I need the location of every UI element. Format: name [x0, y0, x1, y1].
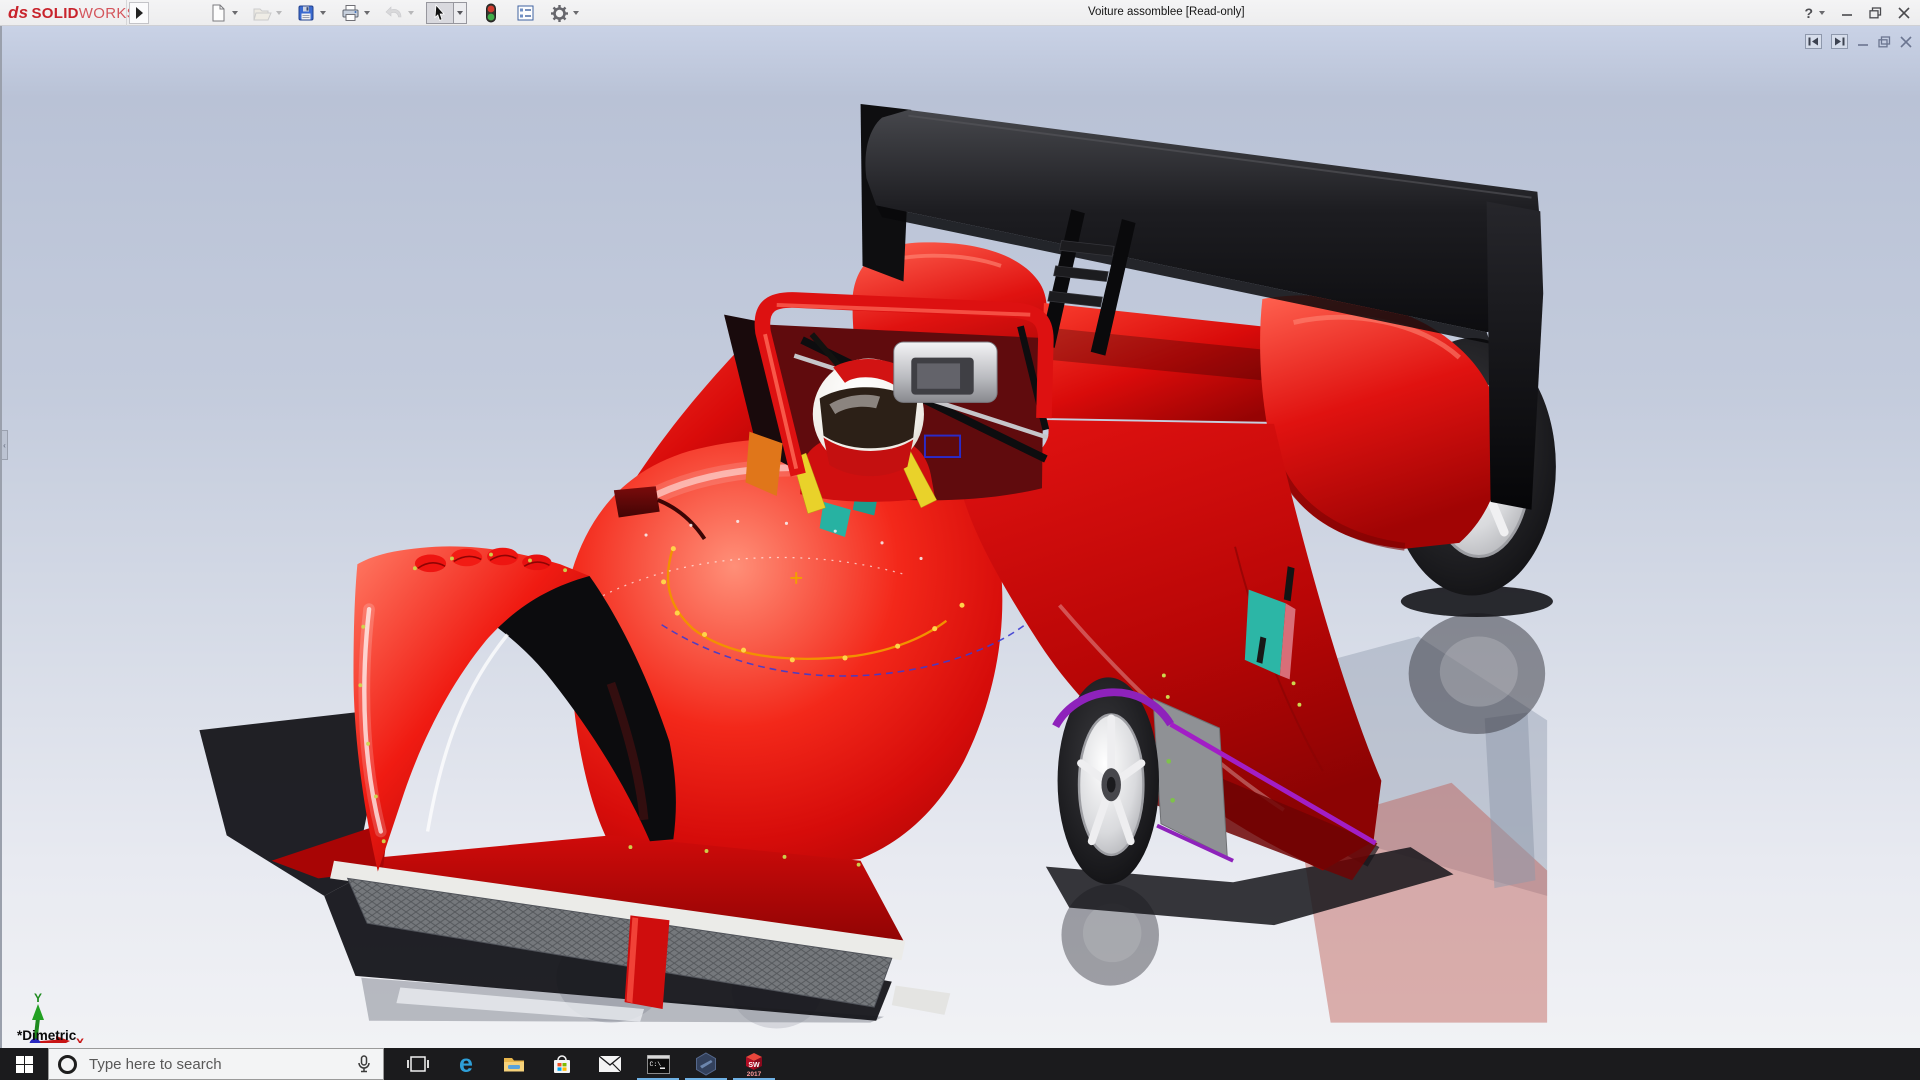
new-document-button[interactable] — [206, 2, 246, 24]
select-cursor-icon — [426, 2, 454, 24]
window-controls: ? — [1804, 0, 1910, 26]
save-icon — [294, 2, 318, 24]
arrow-right-icon — [136, 7, 143, 19]
view-orientation-label: *Dimetric — [17, 1028, 76, 1043]
mail-icon — [598, 1055, 622, 1073]
open-icon — [250, 2, 274, 24]
command-prompt-icon: C:\ — [647, 1055, 670, 1074]
race-car-scene — [2, 26, 1920, 1048]
open-button[interactable] — [250, 2, 290, 24]
new-document-icon — [206, 2, 230, 24]
print-button[interactable] — [338, 2, 378, 24]
document-window-controls — [1805, 34, 1912, 49]
rebuild-button[interactable] — [479, 2, 503, 24]
solidworks-2017-icon: SW 2017 — [742, 1051, 766, 1077]
help-caret-icon[interactable] — [1819, 11, 1825, 15]
menu-flyout-button[interactable] — [129, 2, 149, 24]
y-axis-label: Y — [34, 991, 42, 1005]
cortana-icon — [58, 1055, 77, 1074]
microphone-icon[interactable] — [357, 1055, 371, 1073]
dropdown-caret-icon[interactable] — [318, 2, 328, 24]
help-button[interactable]: ? — [1804, 5, 1813, 21]
divider — [126, 0, 127, 26]
store-icon — [551, 1054, 573, 1075]
dropdown-caret-icon[interactable] — [571, 2, 581, 24]
list-properties-icon — [513, 2, 537, 24]
gear-icon — [547, 2, 571, 24]
app-titlebar: ds SOLIDWORKS — [0, 0, 1920, 26]
graphics-viewport[interactable]: Y X Z *Dimetric ‹ — [0, 26, 1920, 1048]
start-button[interactable] — [0, 1048, 48, 1080]
save-button[interactable] — [294, 2, 334, 24]
svg-text:SW: SW — [748, 1062, 760, 1069]
taskbar-app-icons: e — [394, 1048, 778, 1080]
taskbar-search[interactable]: Type here to search — [48, 1048, 384, 1080]
svg-text:C:\: C:\ — [649, 1061, 661, 1068]
file-properties-button[interactable] — [513, 2, 537, 24]
panel-collapse-tab[interactable]: ‹ — [2, 430, 8, 460]
dropdown-caret-icon[interactable] — [274, 2, 284, 24]
doc-close-button[interactable] — [1900, 36, 1912, 48]
undo-button[interactable] — [382, 2, 422, 24]
doc-restore-button[interactable] — [1878, 36, 1891, 48]
minimize-button[interactable] — [1841, 7, 1853, 19]
hexagon-app-icon — [694, 1052, 718, 1076]
windows-taskbar: Type here to search e — [0, 1048, 1920, 1080]
desktop: ds SOLIDWORKS — [0, 0, 1920, 1080]
collapse-pane-right-button[interactable] — [1831, 34, 1848, 49]
edge-icon: e — [459, 1053, 473, 1075]
taskbar-solidworks[interactable]: SW 2017 — [730, 1048, 778, 1080]
file-explorer-icon — [502, 1054, 526, 1074]
quick-toolbar — [206, 2, 591, 24]
splitter-corner — [892, 986, 951, 1015]
solidworks-logo: ds SOLIDWORKS — [8, 3, 137, 23]
task-view-icon — [407, 1054, 429, 1074]
ds-logo-icon: ds — [8, 3, 28, 23]
select-tool-button[interactable] — [426, 2, 475, 24]
windows-logo-icon — [16, 1056, 33, 1073]
x-axis-label: X — [76, 1036, 84, 1043]
restore-button[interactable] — [1869, 7, 1882, 19]
taskbar-store[interactable] — [538, 1048, 586, 1080]
dropdown-caret-icon[interactable] — [230, 2, 240, 24]
taskbar-hex-3d-app[interactable] — [682, 1048, 730, 1080]
doc-minimize-button[interactable] — [1857, 36, 1869, 48]
dropdown-caret-icon[interactable] — [454, 2, 467, 24]
print-icon — [338, 2, 362, 24]
y-axis-arrow — [32, 1004, 44, 1020]
taskbar-edge[interactable]: e — [442, 1048, 490, 1080]
dropdown-caret-icon[interactable] — [406, 2, 416, 24]
undo-icon — [382, 2, 406, 24]
taskbar-mail[interactable] — [586, 1048, 634, 1080]
collapse-pane-left-button[interactable] — [1805, 34, 1822, 49]
intake-inner — [917, 363, 960, 388]
search-placeholder: Type here to search — [89, 1056, 357, 1073]
taskbar-command-prompt[interactable]: C:\ — [634, 1048, 682, 1080]
svg-text:2017: 2017 — [747, 1071, 762, 1077]
taskbar-file-explorer[interactable] — [490, 1048, 538, 1080]
traffic-light-icon — [479, 2, 503, 24]
task-view-button[interactable] — [394, 1048, 442, 1080]
close-button[interactable] — [1898, 7, 1910, 19]
options-button[interactable] — [547, 2, 587, 24]
window-title: Voiture assomblee [Read-only] — [1088, 6, 1245, 18]
dropdown-caret-icon[interactable] — [362, 2, 372, 24]
